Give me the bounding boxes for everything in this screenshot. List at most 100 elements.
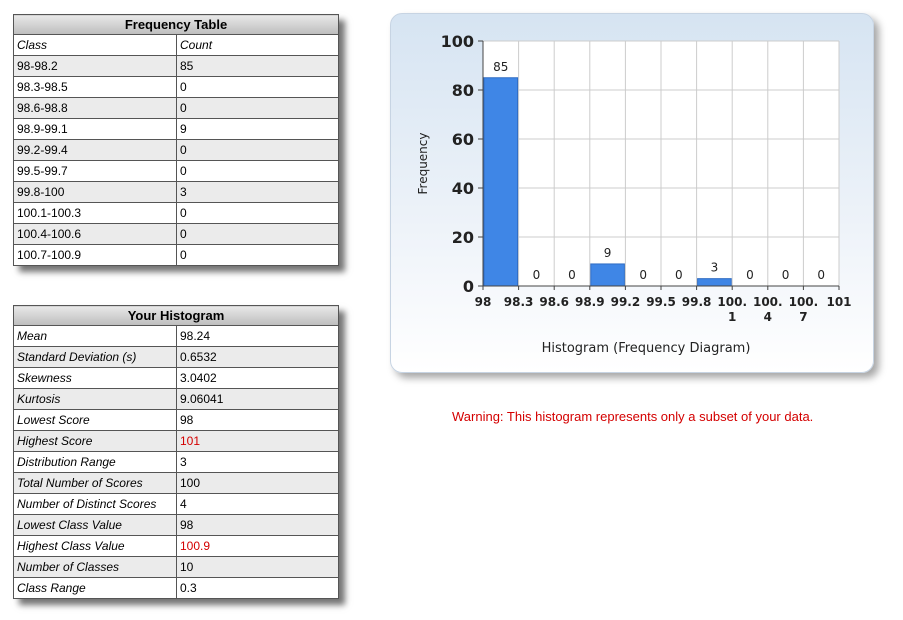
table-row: 99.8-100 3: [13, 181, 339, 203]
count-cell: 0: [176, 202, 339, 224]
count-cell: 0: [176, 97, 339, 119]
stat-label: Number of Classes: [13, 556, 177, 578]
bar-value-label: 0: [639, 268, 647, 282]
stat-label: Total Number of Scores: [13, 472, 177, 494]
table-row: 100.1-100.3 0: [13, 202, 339, 224]
x-tick-label: 100. 4: [753, 295, 783, 324]
stat-value: 3: [176, 451, 339, 473]
table-row: 99.5-99.7 0: [13, 160, 339, 182]
stat-value: 100: [176, 472, 339, 494]
y-tick-label: 40: [452, 179, 474, 198]
bar-value-label: 0: [817, 268, 825, 282]
table-row: Lowest Class Value 98: [13, 514, 339, 536]
histogram-stats-title: Your Histogram: [13, 305, 339, 326]
frequency-table-panel: Frequency Table Class Count 98-98.2 85 98…: [13, 14, 339, 266]
table-row: 98.6-98.8 0: [13, 97, 339, 119]
stat-value: 101: [176, 430, 339, 452]
bar-value-label: 0: [568, 268, 576, 282]
x-tick-label: 100. 1: [717, 295, 747, 324]
y-tick-label: 0: [463, 277, 474, 296]
class-cell: 100.4-100.6: [13, 223, 177, 245]
table-row: Number of Distinct Scores 4: [13, 493, 339, 515]
y-tick-label: 20: [452, 228, 474, 247]
stat-label: Kurtosis: [13, 388, 177, 410]
class-cell: 98-98.2: [13, 55, 177, 77]
class-cell: 100.7-100.9: [13, 244, 177, 266]
count-cell: 85: [176, 55, 339, 77]
stat-label: Lowest Class Value: [13, 514, 177, 536]
table-row: Number of Classes 10: [13, 556, 339, 578]
bar-value-label: 0: [782, 268, 790, 282]
histogram-stats-table: Your Histogram Mean 98.24 Standard Deviat…: [13, 305, 339, 599]
class-cell: 99.2-99.4: [13, 139, 177, 161]
column-header-class: Class: [13, 34, 177, 56]
count-cell: 0: [176, 160, 339, 182]
count-cell: 0: [176, 76, 339, 98]
stat-label: Highest Score: [13, 430, 177, 452]
table-row: Mean 98.24: [13, 325, 339, 347]
x-tick-label: 98: [475, 295, 492, 309]
x-tick-label: 99.5: [646, 295, 676, 309]
histogram-chart-panel: 85 0 0 9 0 0 3 0 0 0 0 20 40 60 80 100 98 98.3 98.6 98.9 99.…: [390, 13, 874, 373]
frequency-table-title: Frequency Table: [13, 14, 339, 35]
stat-label: Number of Distinct Scores: [13, 493, 177, 515]
stat-value: 4: [176, 493, 339, 515]
histogram-bar: [590, 263, 625, 287]
class-cell: 98.6-98.8: [13, 97, 177, 119]
class-cell: 99.5-99.7: [13, 160, 177, 182]
bar-value-label: 0: [746, 268, 754, 282]
table-row: Total Number of Scores 100: [13, 472, 339, 494]
table-row: Highest Class Value 100.9: [13, 535, 339, 557]
stat-value: 9.06041: [176, 388, 339, 410]
bar-value-label: 9: [604, 246, 612, 260]
stat-value: 0.6532: [176, 346, 339, 368]
histogram-chart: 85 0 0 9 0 0 3 0 0 0 0 20 40 60 80 100 98 98.3 98.6 98.9 99.…: [416, 32, 852, 356]
frequency-table: Frequency Table Class Count 98-98.2 85 98…: [13, 14, 339, 266]
table-row: Skewness 3.0402: [13, 367, 339, 389]
stat-label: Distribution Range: [13, 451, 177, 473]
x-tick-label: 98.3: [504, 295, 534, 309]
table-row: 100.7-100.9 0: [13, 244, 339, 266]
table-row: 98.3-98.5 0: [13, 76, 339, 98]
x-tick-label: 101: [826, 295, 851, 309]
stat-value: 0.3: [176, 577, 339, 599]
x-tick-label: 98.9: [575, 295, 605, 309]
stat-value: 98: [176, 514, 339, 536]
table-row: 100.4-100.6 0: [13, 223, 339, 245]
subset-warning: Warning: This histogram represents only …: [452, 409, 814, 424]
x-axis-title: Histogram (Frequency Diagram): [542, 341, 751, 356]
count-cell: 0: [176, 223, 339, 245]
y-tick-label: 60: [452, 130, 474, 149]
class-cell: 99.8-100: [13, 181, 177, 203]
stat-value: 3.0402: [176, 367, 339, 389]
count-cell: 0: [176, 244, 339, 266]
x-tick-label: 100. 7: [789, 295, 819, 324]
histogram-bar: [697, 278, 732, 287]
stat-label: Standard Deviation (s): [13, 346, 177, 368]
count-cell: 9: [176, 118, 339, 140]
bar-value-label: 3: [711, 261, 719, 275]
class-cell: 98.9-99.1: [13, 118, 177, 140]
y-tick-label: 80: [452, 81, 474, 100]
x-tick-label: 99.2: [611, 295, 641, 309]
y-axis-title: Frequency: [416, 133, 430, 195]
table-row: 98-98.2 85: [13, 55, 339, 77]
class-cell: 98.3-98.5: [13, 76, 177, 98]
table-row: 99.2-99.4 0: [13, 139, 339, 161]
table-row: Distribution Range 3: [13, 451, 339, 473]
count-cell: 0: [176, 139, 339, 161]
stat-value: 98: [176, 409, 339, 431]
class-cell: 100.1-100.3: [13, 202, 177, 224]
count-cell: 3: [176, 181, 339, 203]
x-tick-label: 98.6: [539, 295, 569, 309]
stat-value: 100.9: [176, 535, 339, 557]
x-tick-label: 99.8: [682, 295, 712, 309]
stat-label: Mean: [13, 325, 177, 347]
table-row: Kurtosis 9.06041: [13, 388, 339, 410]
table-row: 98.9-99.1 9: [13, 118, 339, 140]
stat-label: Lowest Score: [13, 409, 177, 431]
bar-value-label: 85: [493, 60, 508, 74]
bar-value-label: 0: [675, 268, 683, 282]
table-row: Highest Score 101: [13, 430, 339, 452]
table-row: Standard Deviation (s) 0.6532: [13, 346, 339, 368]
